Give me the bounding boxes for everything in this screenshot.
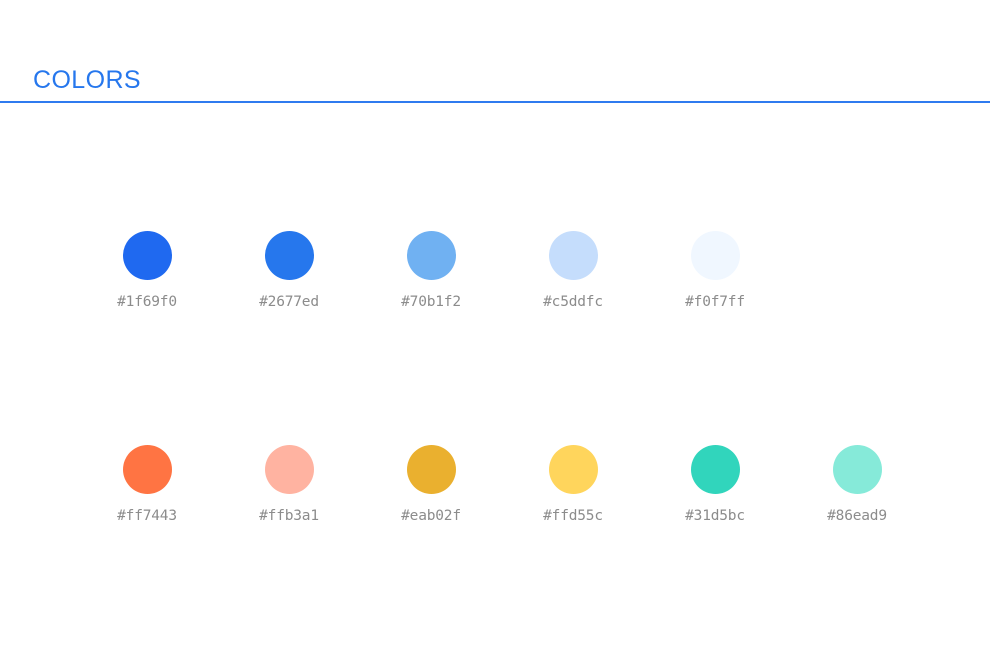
color-dot: [690, 231, 740, 280]
color-dot: [406, 445, 456, 494]
color-dot: [264, 231, 314, 280]
color-dot: [122, 231, 172, 280]
color-swatch[interactable]: #ff7443: [76, 445, 218, 525]
colors-style-guide-page: COLORS #1f69f0 #2677ed #70b1f2 #c5ddfc #…: [0, 0, 999, 647]
color-hex-label: #f0f7ff: [685, 294, 745, 310]
palette-row-blues: #1f69f0 #2677ed #70b1f2 #c5ddfc #f0f7ff: [76, 231, 786, 311]
color-dot: [406, 231, 456, 280]
color-dot: [264, 445, 314, 494]
color-hex-label: #c5ddfc: [543, 294, 603, 310]
color-swatch[interactable]: #eab02f: [360, 445, 502, 525]
color-dot: [548, 445, 598, 494]
color-dot: [122, 445, 172, 494]
color-swatch[interactable]: #c5ddfc: [502, 231, 644, 311]
palette-row-accents: #ff7443 #ffb3a1 #eab02f #ffd55c #31d5bc …: [76, 445, 928, 525]
color-hex-label: #eab02f: [401, 508, 461, 524]
color-swatch[interactable]: #86ead9: [786, 445, 928, 525]
color-swatch[interactable]: #70b1f2: [360, 231, 502, 311]
color-hex-label: #1f69f0: [117, 294, 177, 310]
color-palette: #1f69f0 #2677ed #70b1f2 #c5ddfc #f0f7ff: [0, 0, 999, 647]
color-dot: [690, 445, 740, 494]
color-swatch[interactable]: #ffb3a1: [218, 445, 360, 525]
color-swatch[interactable]: #2677ed: [218, 231, 360, 311]
color-swatch[interactable]: #ffd55c: [502, 445, 644, 525]
color-hex-label: #ff7443: [117, 508, 177, 524]
color-swatch[interactable]: #1f69f0: [76, 231, 218, 311]
color-hex-label: #ffd55c: [543, 508, 603, 524]
color-dot: [548, 231, 598, 280]
color-hex-label: #86ead9: [827, 508, 887, 524]
color-hex-label: #70b1f2: [401, 294, 461, 310]
color-hex-label: #ffb3a1: [259, 508, 319, 524]
color-swatch[interactable]: #31d5bc: [644, 445, 786, 525]
color-dot: [832, 445, 882, 494]
color-hex-label: #2677ed: [259, 294, 319, 310]
color-hex-label: #31d5bc: [685, 508, 745, 524]
color-swatch[interactable]: #f0f7ff: [644, 231, 786, 311]
